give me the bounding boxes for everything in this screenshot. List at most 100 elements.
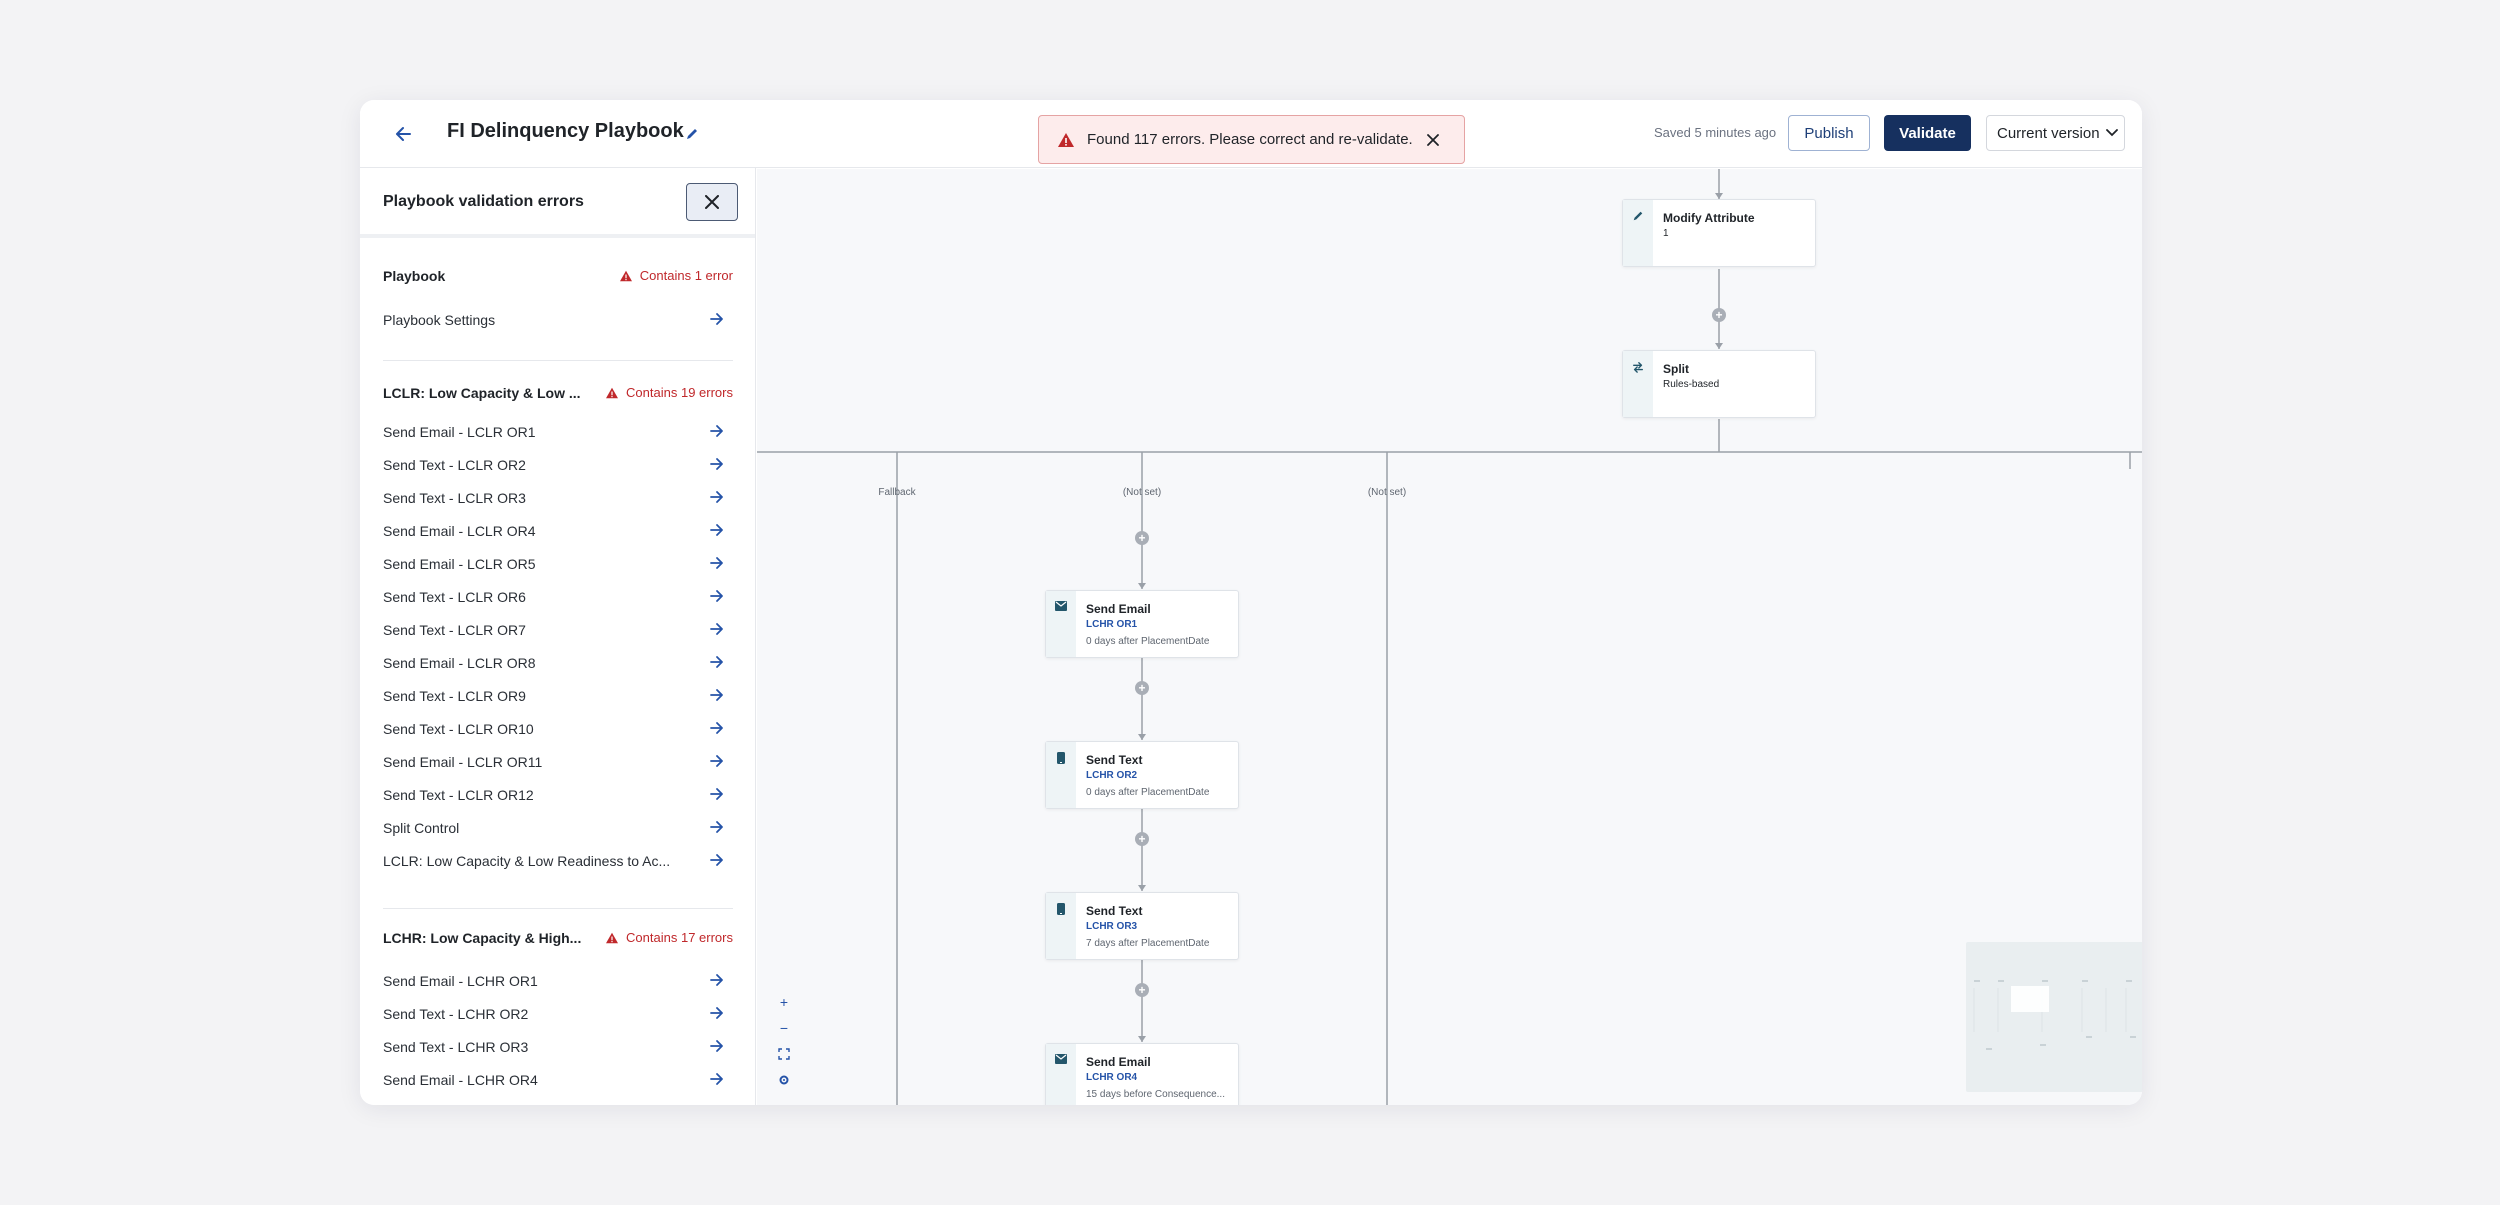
flow-canvas[interactable]: + + + + + Fallback (Not set) (Not set) M… bbox=[757, 169, 2142, 1105]
validate-button[interactable]: Validate bbox=[1884, 115, 1971, 151]
list-item[interactable]: Send Text - LCLR OR10 bbox=[383, 712, 733, 745]
list-item[interactable]: Send Email - LCLR OR1 bbox=[383, 415, 733, 448]
list-item[interactable]: Send Text - LCLR OR2 bbox=[383, 448, 733, 481]
close-icon bbox=[1427, 134, 1439, 146]
error-group-lclr: LCLR: Low Capacity & Low ... Contains 19… bbox=[383, 381, 733, 877]
group-header: LCHR: Low Capacity & High... Contains 17… bbox=[383, 926, 733, 952]
list-item[interactable]: Send Text - LCLR OR7 bbox=[383, 613, 733, 646]
arrow-right-icon bbox=[710, 491, 723, 503]
publish-button[interactable]: Publish bbox=[1788, 115, 1870, 151]
close-icon bbox=[705, 195, 719, 209]
saved-status: Saved 5 minutes ago bbox=[1654, 125, 1777, 140]
minimap-viewport[interactable] bbox=[2011, 986, 2049, 1012]
node-icon-strip bbox=[1046, 742, 1076, 808]
group-name: LCHR: Low Capacity & High... bbox=[383, 930, 582, 946]
list-item[interactable]: Split Control bbox=[383, 811, 733, 844]
node-send-email[interactable]: Send Email LCHR OR1 0 days after Placeme… bbox=[1045, 590, 1239, 658]
list-item-label: Send Email - LCLR OR8 bbox=[383, 654, 536, 671]
list-item[interactable]: LCLR: Low Capacity & Low Readiness to Ac… bbox=[383, 844, 733, 877]
node-send-email[interactable]: Send Email LCHR OR4 15 days before Conse… bbox=[1045, 1043, 1239, 1105]
panel-title: Playbook validation errors bbox=[383, 193, 584, 210]
add-step-button[interactable]: + bbox=[1135, 531, 1149, 545]
group-error-text: Contains 19 errors bbox=[626, 385, 733, 400]
split-icon bbox=[1633, 362, 1643, 373]
node-timing: 15 days before Consequence... bbox=[1086, 1089, 1225, 1100]
node-code: LCHR OR3 bbox=[1086, 921, 1138, 932]
list-item-label: Send Text - LCLR OR2 bbox=[383, 456, 526, 473]
zoom-in-button[interactable]: + bbox=[771, 989, 797, 1015]
pencil-icon bbox=[687, 129, 697, 139]
node-split[interactable]: Split Rules-based bbox=[1622, 350, 1816, 418]
page-title: FI Delinquency Playbook bbox=[447, 120, 684, 142]
minimap[interactable] bbox=[1966, 942, 2142, 1092]
fit-view-button[interactable] bbox=[771, 1041, 797, 1067]
envelope-icon bbox=[1055, 601, 1067, 611]
list-item[interactable]: Send Text - LCHR OR3 bbox=[383, 1030, 733, 1063]
list-item[interactable]: Send Text - LCLR OR9 bbox=[383, 679, 733, 712]
add-step-button[interactable]: + bbox=[1135, 983, 1149, 997]
edit-title-button[interactable] bbox=[680, 122, 704, 146]
group-error-count: Contains 1 error bbox=[619, 268, 733, 283]
version-dropdown[interactable]: Current version bbox=[1986, 115, 2125, 151]
node-icon-strip bbox=[1046, 893, 1076, 959]
arrow-right-icon bbox=[710, 854, 723, 866]
app-window: FI Delinquency Playbook Found 117 errors… bbox=[360, 100, 2142, 1105]
zoom-out-button[interactable]: − bbox=[771, 1015, 797, 1041]
envelope-icon bbox=[1055, 1054, 1067, 1064]
arrow-right-icon bbox=[710, 1073, 723, 1085]
list-item-label: Send Text - LCLR OR3 bbox=[383, 489, 526, 506]
node-title: Send Text bbox=[1086, 904, 1143, 918]
panel-header: Playbook validation errors bbox=[360, 168, 755, 238]
close-banner-button[interactable] bbox=[1424, 131, 1442, 149]
arrow-left-icon bbox=[396, 127, 411, 141]
close-panel-button[interactable] bbox=[686, 183, 738, 221]
warning-icon bbox=[606, 387, 619, 398]
add-step-button[interactable]: + bbox=[1135, 832, 1149, 846]
back-button[interactable] bbox=[388, 118, 420, 150]
settings-button[interactable] bbox=[771, 1067, 797, 1093]
list-item[interactable]: Send Text - LCLR OR6 bbox=[383, 580, 733, 613]
list-item[interactable]: Send Text - LCLR OR3 bbox=[383, 481, 733, 514]
add-step-button[interactable]: + bbox=[1712, 308, 1726, 322]
list-item[interactable]: Send Email - LCHR OR4 bbox=[383, 1063, 733, 1096]
arrow-right-icon bbox=[710, 557, 723, 569]
group-error-text: Contains 17 errors bbox=[626, 930, 733, 945]
node-send-text[interactable]: Send Text LCHR OR2 0 days after Placemen… bbox=[1045, 741, 1239, 809]
list-item[interactable]: Send Text - LCHR OR2 bbox=[383, 997, 733, 1030]
phone-icon bbox=[1057, 752, 1065, 764]
node-timing: 7 days after PlacementDate bbox=[1086, 938, 1210, 949]
node-send-text[interactable]: Send Text LCHR OR3 7 days after Placemen… bbox=[1045, 892, 1239, 960]
arrow-right-icon bbox=[710, 722, 723, 734]
node-code: LCHR OR4 bbox=[1086, 1072, 1138, 1083]
arrow-right-icon bbox=[710, 524, 723, 536]
node-timing: 0 days after PlacementDate bbox=[1086, 787, 1210, 798]
node-modify-attribute[interactable]: Modify Attribute 1 bbox=[1622, 199, 1816, 267]
warning-icon bbox=[1058, 132, 1074, 147]
list-item-label: Send Text - LCLR OR10 bbox=[383, 720, 534, 737]
arrow-right-icon bbox=[710, 821, 723, 833]
list-item[interactable]: Send Email - LCLR OR5 bbox=[383, 547, 733, 580]
list-item-label: Send Text - LCLR OR6 bbox=[383, 588, 526, 605]
list-item-label: Send Email - LCLR OR11 bbox=[383, 753, 543, 770]
node-title: Split bbox=[1663, 362, 1689, 376]
add-step-button[interactable]: + bbox=[1135, 681, 1149, 695]
list-item[interactable]: Send Text - LCLR OR12 bbox=[383, 778, 733, 811]
error-group-playbook: Playbook Contains 1 error Playbook Setti… bbox=[383, 264, 733, 336]
node-subtitle: 1 bbox=[1663, 228, 1669, 239]
node-timing: 0 days after PlacementDate bbox=[1086, 636, 1210, 647]
branch-label-fallback: Fallback bbox=[878, 487, 916, 498]
node-icon-strip bbox=[1046, 1044, 1076, 1105]
list-item[interactable]: Send Email - LCHR OR1 bbox=[383, 964, 733, 997]
list-item[interactable]: Send Email - LCLR OR4 bbox=[383, 514, 733, 547]
list-item-label: Send Text - LCLR OR9 bbox=[383, 687, 526, 704]
node-code: LCHR OR2 bbox=[1086, 770, 1138, 781]
list-item[interactable]: Playbook Settings bbox=[383, 303, 733, 336]
arrow-right-icon bbox=[710, 1040, 723, 1052]
list-item[interactable]: Send Email - LCLR OR11 bbox=[383, 745, 733, 778]
node-code: LCHR OR1 bbox=[1086, 619, 1138, 630]
node-title: Modify Attribute bbox=[1663, 211, 1755, 225]
list-item[interactable]: Send Email - LCLR OR8 bbox=[383, 646, 733, 679]
group-name: LCLR: Low Capacity & Low ... bbox=[383, 385, 581, 401]
list-item-label: LCLR: Low Capacity & Low Readiness to Ac… bbox=[383, 852, 671, 869]
node-title: Send Email bbox=[1086, 602, 1151, 616]
